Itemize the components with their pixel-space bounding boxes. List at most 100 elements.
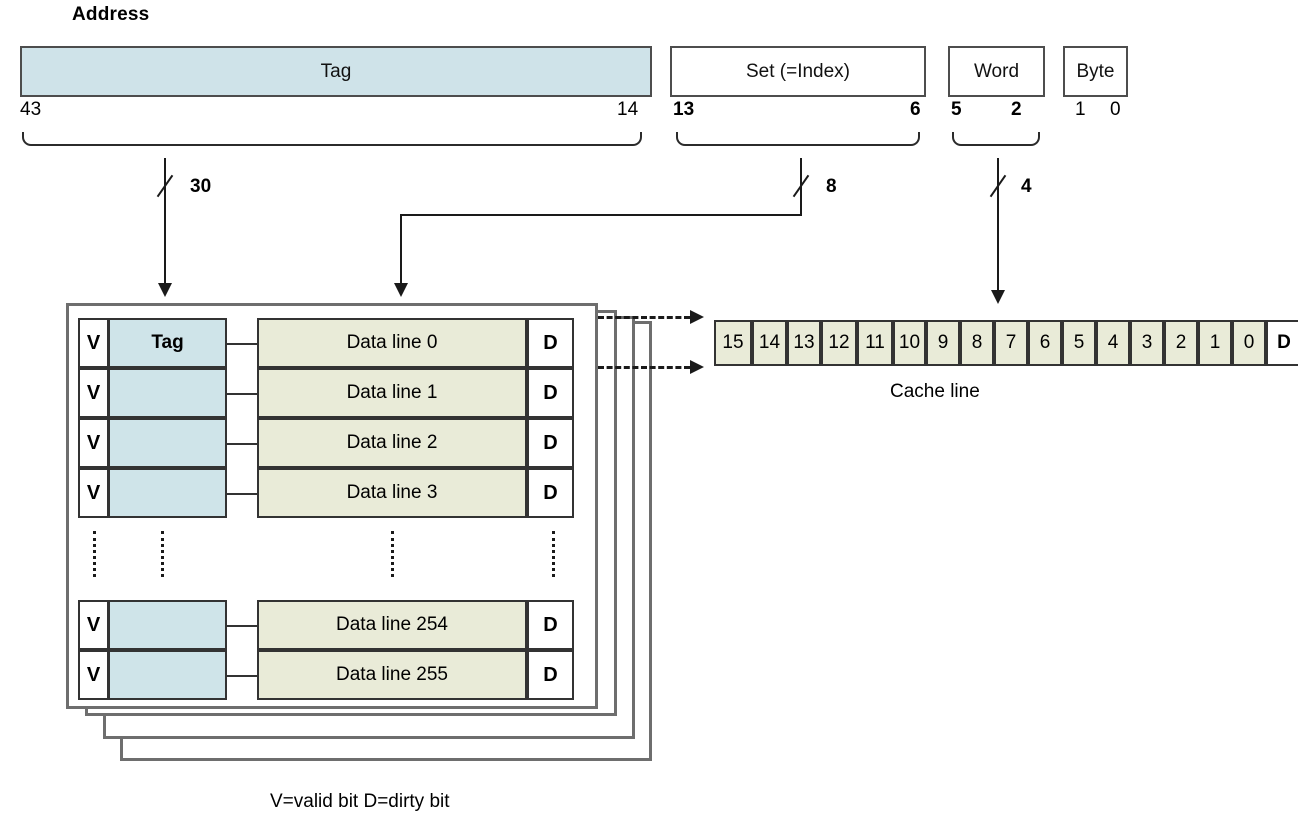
tag-column-header: Tag: [151, 332, 184, 353]
row-connector-0: [227, 343, 258, 345]
tag-width-label: 30: [190, 176, 212, 197]
ellipsis-valid-column: [93, 531, 96, 577]
data-line-label: Data line 254: [336, 614, 448, 635]
data-line-label: Data line 255: [336, 664, 448, 685]
index-arrow-hline: [400, 214, 802, 216]
index-width-label: 8: [826, 176, 837, 197]
bit-index-byte-hi: 1: [1075, 99, 1086, 120]
address-field-set-label: Set (=Index): [745, 60, 851, 82]
data-line-label: Data line 0: [346, 332, 438, 353]
row-connector-2: [227, 443, 258, 445]
cache-line-word-cell: 9: [926, 320, 960, 366]
dirty-bit-label: D: [543, 481, 558, 504]
cache-line-word-label: 5: [1073, 332, 1085, 353]
bit-index-byte-lo: 0: [1110, 99, 1121, 120]
data-line-cell-0: Data line 0: [257, 318, 527, 368]
address-field-tag: Tag: [20, 46, 652, 97]
cache-line-word-label: 13: [793, 332, 815, 353]
valid-bit-cell-0: V: [78, 318, 109, 368]
tag-cell-255: [108, 650, 227, 700]
ellipsis-dirty-column: [552, 531, 555, 577]
valid-bit-label: V: [86, 481, 101, 504]
address-field-byte: Byte: [1063, 46, 1128, 97]
legend: V=valid bit D=dirty bit: [270, 791, 450, 812]
cache-line-word-cell: 14: [752, 320, 787, 366]
cache-line: 15 14 13 12 11 10 9 8 7 6 5 4 3 2 1 0 D: [714, 320, 1298, 366]
cache-line-dirty-label: D: [1277, 332, 1291, 353]
valid-bit-label: V: [86, 381, 101, 404]
dirty-bit-label: D: [543, 663, 558, 686]
cache-line-word-label: 7: [1005, 332, 1017, 353]
cache-line-word-label: 3: [1141, 332, 1153, 353]
cache-line-word-label: 4: [1107, 332, 1119, 353]
bit-index-word-lo: 2: [1011, 99, 1022, 120]
cache-line-word-label: 15: [722, 332, 744, 353]
address-field-byte-label: Byte: [1076, 60, 1115, 82]
dirty-bit-cell-254: D: [527, 600, 574, 650]
cache-line-word-label: 2: [1175, 332, 1187, 353]
valid-bit-cell-3: V: [78, 468, 109, 518]
dirty-bit-label: D: [543, 613, 558, 636]
cache-line-word-cell: 11: [857, 320, 893, 366]
brace-tag: [22, 132, 642, 146]
tag-cell-3: [108, 468, 227, 518]
valid-bit-label: V: [86, 431, 101, 454]
cache-line-word-cell: 0: [1232, 320, 1266, 366]
address-field-tag-label: Tag: [320, 60, 352, 82]
index-arrow-head: [394, 283, 408, 297]
bit-index-tag-lo: 14: [617, 99, 639, 120]
bit-index-set-hi: 13: [673, 99, 695, 120]
dirty-bit-label: D: [543, 331, 558, 354]
address-field-set: Set (=Index): [670, 46, 926, 97]
cache-line-word-label: 11: [865, 332, 885, 353]
valid-bit-label: V: [86, 613, 101, 636]
row-connector-254: [227, 625, 258, 627]
brace-set: [676, 132, 920, 146]
ellipsis-data-column: [391, 531, 394, 577]
cache-line-word-cell: 12: [821, 320, 857, 366]
word-width-label: 4: [1021, 176, 1032, 197]
tag-cell-2: [108, 418, 227, 468]
cache-line-word-label: 12: [828, 332, 850, 353]
row-connector-1: [227, 393, 258, 395]
cache-line-word-cell: 13: [787, 320, 821, 366]
cache-line-word-cell: 8: [960, 320, 994, 366]
cacheline-dashed-arrow-top: [690, 310, 704, 324]
bit-index-tag-hi: 43: [20, 99, 42, 120]
cache-line-word-cell: 1: [1198, 320, 1232, 366]
bit-index-word-hi: 5: [951, 99, 962, 120]
cache-line-word-cell: 10: [893, 320, 926, 366]
cache-line-word-label: 14: [758, 332, 781, 353]
tag-arrow-head: [158, 283, 172, 297]
dirty-bit-label: D: [543, 381, 558, 404]
valid-bit-cell-1: V: [78, 368, 109, 418]
bit-index-set-lo: 6: [910, 99, 921, 120]
tag-arrow-line: [164, 158, 166, 285]
index-arrow-vline-down: [400, 214, 402, 285]
address-field-word-label: Word: [973, 60, 1020, 82]
data-line-cell-2: Data line 2: [257, 418, 527, 468]
cacheline-dashed-connector-top: [598, 316, 690, 319]
ellipsis-tag-column: [161, 531, 164, 577]
cache-line-word-label: 1: [1209, 332, 1221, 353]
dirty-bit-cell-255: D: [527, 650, 574, 700]
brace-word: [952, 132, 1040, 146]
dirty-bit-cell-2: D: [527, 418, 574, 468]
word-arrow-line: [997, 158, 999, 292]
cache-line-dirty-cell: D: [1266, 320, 1298, 366]
data-line-cell-255: Data line 255: [257, 650, 527, 700]
dirty-bit-cell-0: D: [527, 318, 574, 368]
cache-line-word-cell: 7: [994, 320, 1028, 366]
data-line-cell-254: Data line 254: [257, 600, 527, 650]
cache-line-word-label: 10: [898, 332, 921, 353]
data-line-label: Data line 2: [346, 432, 438, 453]
valid-bit-label: V: [86, 331, 101, 354]
data-line-label: Data line 3: [346, 482, 438, 503]
tag-cell-1: [108, 368, 227, 418]
cacheline-dashed-arrow-bottom: [690, 360, 704, 374]
data-line-cell-1: Data line 1: [257, 368, 527, 418]
cache-line-word-cell: 6: [1028, 320, 1062, 366]
valid-bit-cell-254: V: [78, 600, 109, 650]
cache-line-word-cell: 5: [1062, 320, 1096, 366]
tag-cell-0: Tag: [108, 318, 227, 368]
